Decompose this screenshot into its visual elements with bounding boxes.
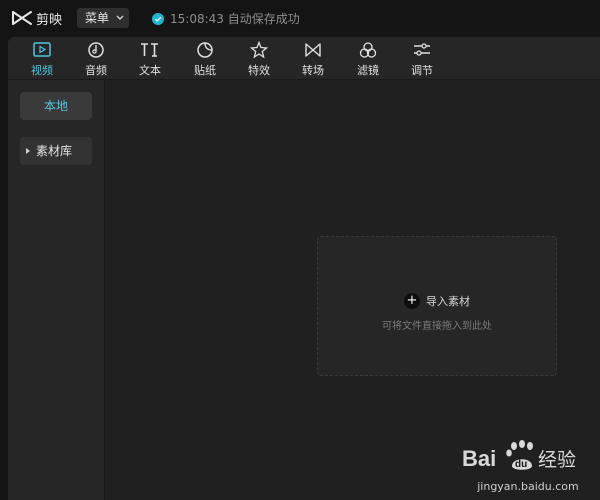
tab-audio[interactable]: 音频 [70,37,122,79]
sidebar-item-library-label: 素材库 [36,144,73,158]
sidebar-item-local[interactable]: 本地 [20,92,92,120]
svg-text:Bai: Bai [462,446,496,471]
media-toolbar: 视频 音频 文本 贴纸 特效 转场 滤镜 调节 [8,37,600,80]
check-circle-icon [152,12,164,25]
capcut-logo-icon [12,11,32,25]
dropzone-hint: 可将文件直接拖入到此处 [382,321,492,332]
tab-adjust-label: 调节 [411,64,433,77]
tab-effects[interactable]: 特效 [233,37,285,79]
chevron-down-icon [116,15,124,20]
filter-icon [359,42,377,58]
adjust-icon [414,43,430,56]
baidu-watermark: Bai du 经验 jingyan.baidu.com [458,436,598,498]
menu-label: 菜单 [85,11,110,25]
caret-right-icon [26,148,30,154]
autosave-status: 15:08:43 自动保存成功 [152,10,300,27]
app-window: 剪映 菜单 15:08:43 自动保存成功 视频 音频 文本 贴纸 特效 转场 … [0,0,600,500]
media-sidebar: 本地 素材库 [8,80,105,500]
media-panel: 视频 音频 文本 贴纸 特效 转场 滤镜 调节 本地 素材库 + 导入素材 可将… [8,37,600,500]
tab-sticker-label: 贴纸 [194,64,216,77]
plus-icon: + [404,293,420,309]
tab-sticker[interactable]: 贴纸 [179,37,231,79]
menu-dropdown[interactable]: 菜单 [77,8,129,28]
title-bar: 剪映 菜单 15:08:43 自动保存成功 [0,0,600,36]
watermark-url: jingyan.baidu.com [477,480,579,493]
video-icon [33,42,51,57]
tab-filter[interactable]: 滤镜 [342,37,394,79]
baidu-jingyan-logo-icon: Bai du 经验 [462,440,576,471]
autosave-text: 15:08:43 自动保存成功 [170,12,300,26]
app-name: 剪映 [36,13,63,28]
svg-text:经验: 经验 [538,449,576,471]
effects-icon [249,41,269,59]
tab-transition-label: 转场 [302,64,324,77]
sidebar-item-library[interactable]: 素材库 [20,137,92,165]
tab-video-label: 视频 [31,64,53,77]
audio-icon [88,42,104,58]
sticker-icon [197,42,213,58]
tab-adjust[interactable]: 调节 [396,37,448,79]
tab-video[interactable]: 视频 [16,37,68,79]
tab-transition[interactable]: 转场 [287,37,339,79]
tab-text-label: 文本 [139,64,161,77]
text-icon [141,43,158,57]
tab-text[interactable]: 文本 [124,37,176,79]
svg-text:du: du [515,459,527,470]
tab-effects-label: 特效 [248,64,270,77]
tab-filter-label: 滤镜 [357,64,379,77]
import-dropzone[interactable]: + 导入素材 可将文件直接拖入到此处 [317,236,557,376]
import-label: 导入素材 [426,295,470,308]
import-button[interactable]: + 导入素材 [318,293,556,309]
tab-audio-label: 音频 [85,64,107,77]
transition-icon [305,43,321,57]
